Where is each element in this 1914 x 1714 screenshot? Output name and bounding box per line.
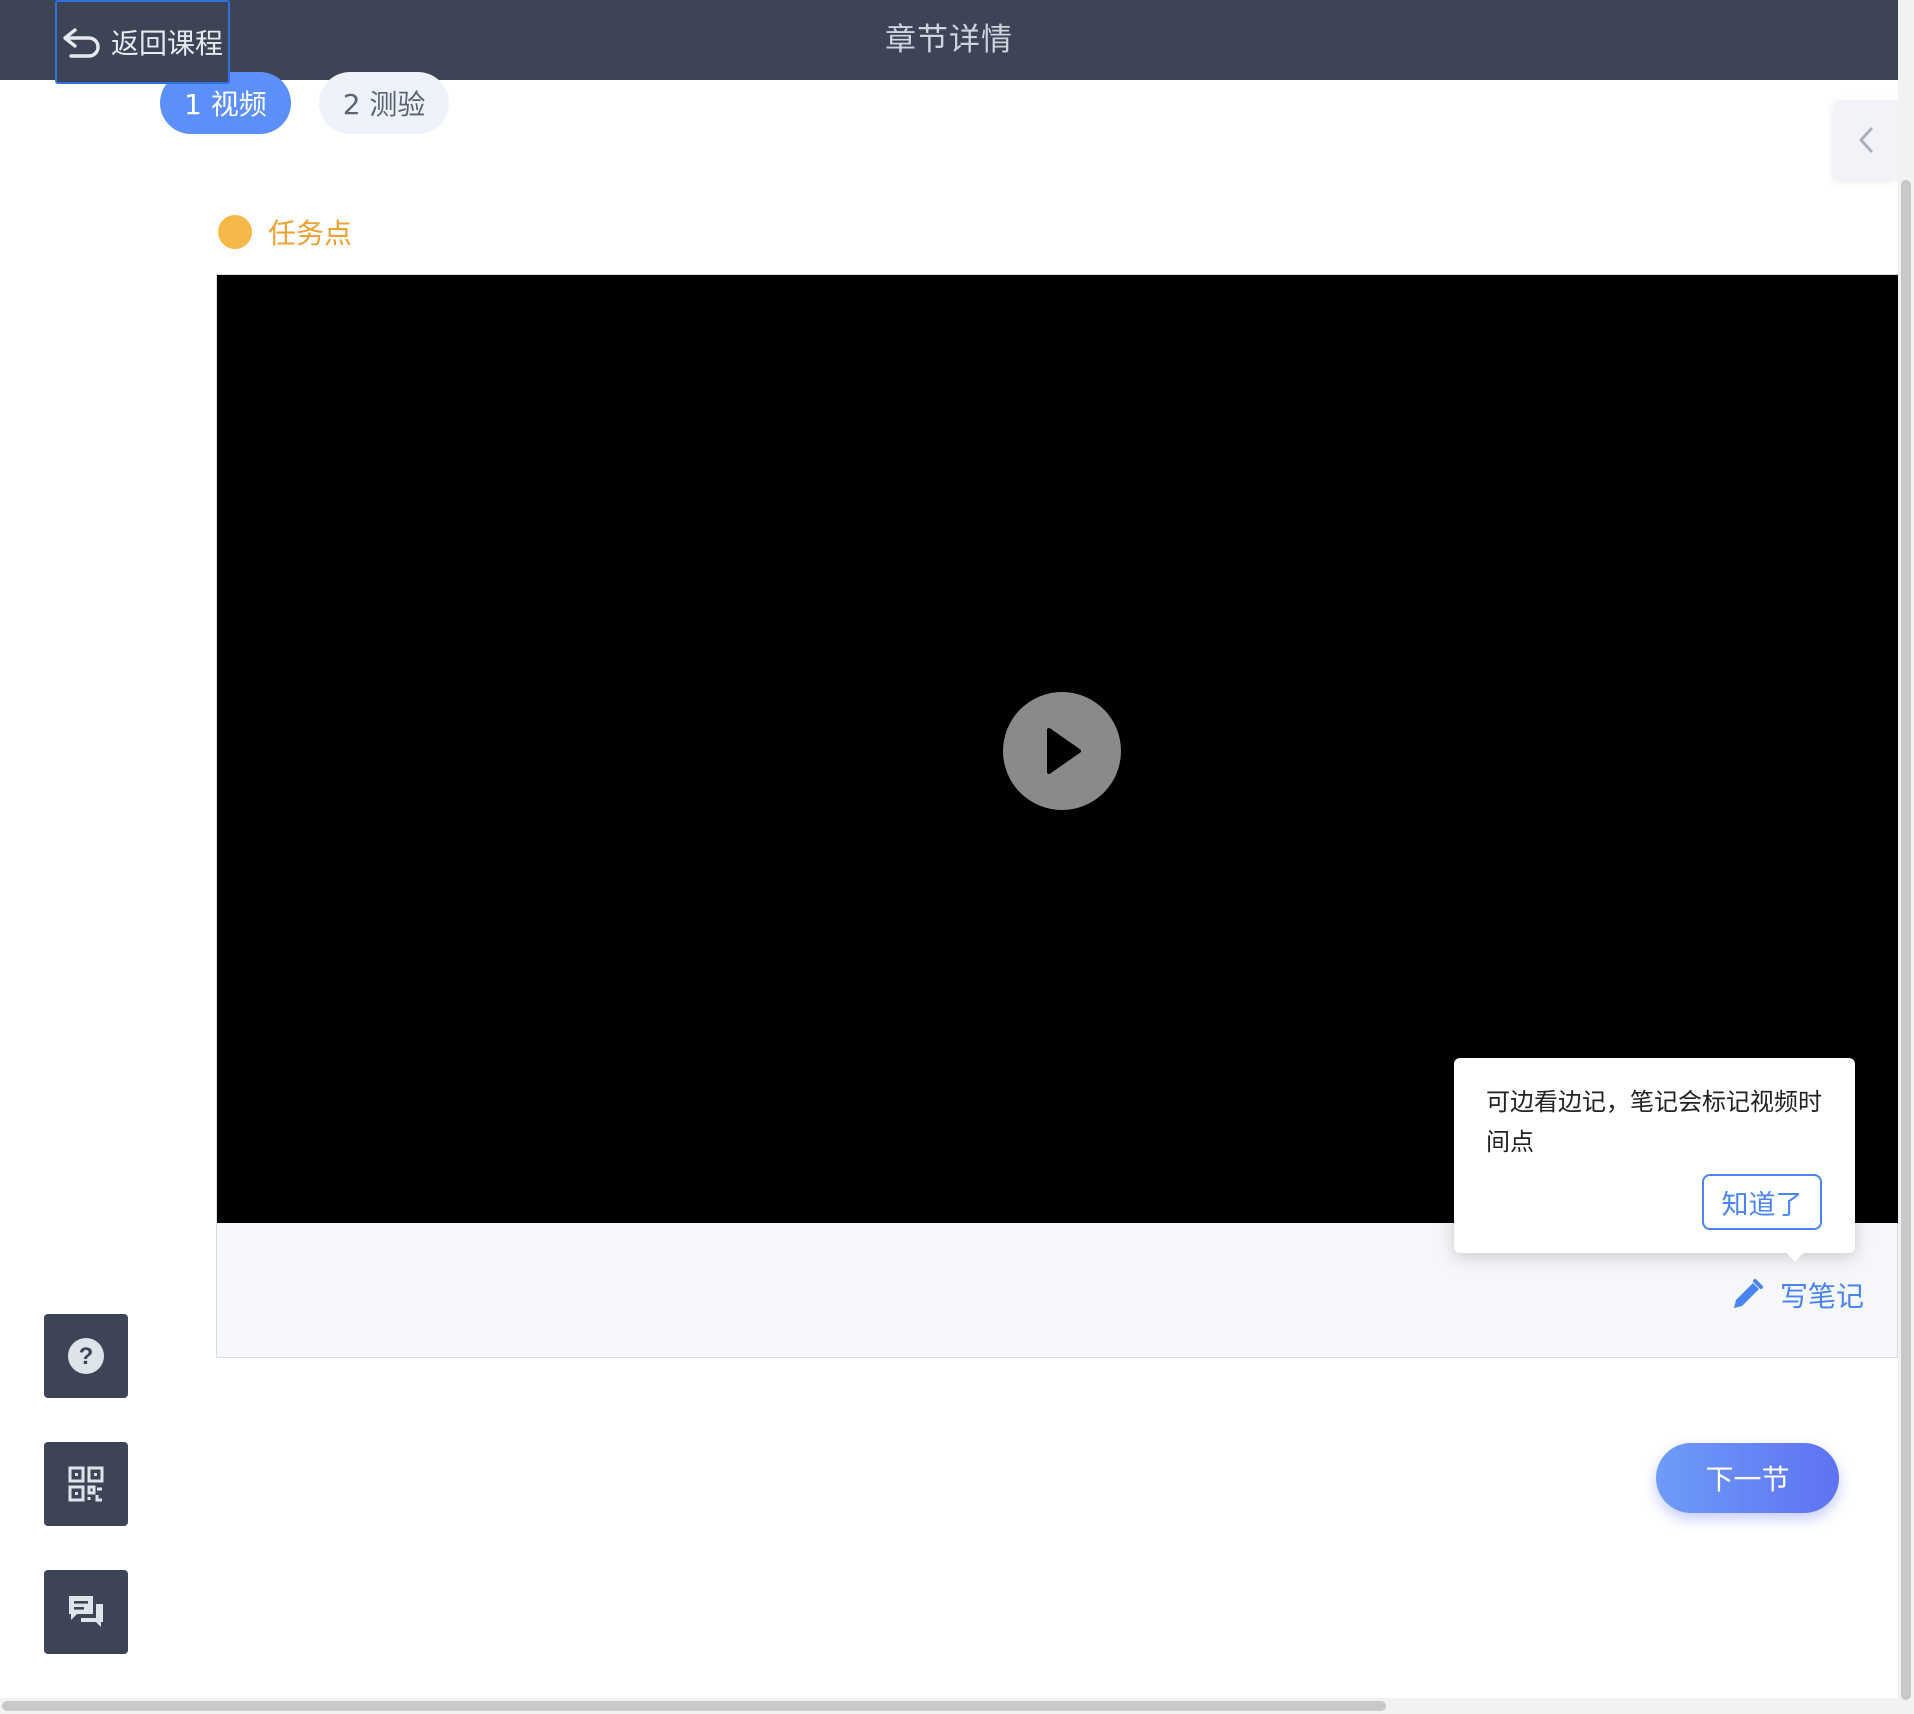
write-note-button[interactable]: 写笔记 <box>1730 1275 1864 1315</box>
collapse-panel-button[interactable] <box>1834 100 1898 180</box>
chat-icon <box>69 1596 103 1627</box>
back-to-course-label: 返回课程 <box>111 27 224 60</box>
discussion-button[interactable] <box>44 1570 128 1654</box>
vertical-scrollbar[interactable] <box>1898 0 1914 1714</box>
vertical-scrollbar-thumb[interactable] <box>1901 180 1911 1700</box>
got-it-button[interactable]: 知道了 <box>1702 1174 1822 1230</box>
top-bar: 章节详情 <box>0 0 1898 80</box>
help-icon: ? <box>68 1338 104 1374</box>
horizontal-scrollbar-thumb[interactable] <box>2 1701 1386 1711</box>
pencil-icon <box>1734 1279 1763 1308</box>
task-point-label: 任务点 <box>268 217 353 250</box>
task-point: 任务点 <box>218 212 352 252</box>
tooltip-arrow <box>1784 1250 1806 1262</box>
tooltip-text: 可边看边记，笔记会标记视频时间点 <box>1486 1088 1822 1156</box>
page-title: 章节详情 <box>885 22 1013 58</box>
help-button[interactable]: ? <box>44 1314 128 1398</box>
back-to-course-button[interactable]: 返回课程 <box>55 0 230 84</box>
return-arrow-icon <box>63 28 100 58</box>
tab-quiz[interactable]: 2 测验 <box>318 72 450 134</box>
play-button[interactable] <box>1003 692 1121 810</box>
note-hint-tooltip: 可边看边记，笔记会标记视频时间点 知道了 <box>1454 1058 1855 1262</box>
qrcode-icon <box>68 1466 104 1502</box>
write-note-label: 写笔记 <box>1780 1280 1865 1313</box>
horizontal-scrollbar[interactable] <box>0 1698 1898 1714</box>
next-section-button[interactable]: 下一节 <box>1656 1443 1839 1513</box>
chevron-left-icon <box>1859 127 1873 153</box>
task-point-dot-icon <box>218 215 252 249</box>
qrcode-button[interactable] <box>44 1442 128 1526</box>
svg-text:?: ? <box>79 1343 94 1370</box>
play-icon <box>1047 728 1081 774</box>
